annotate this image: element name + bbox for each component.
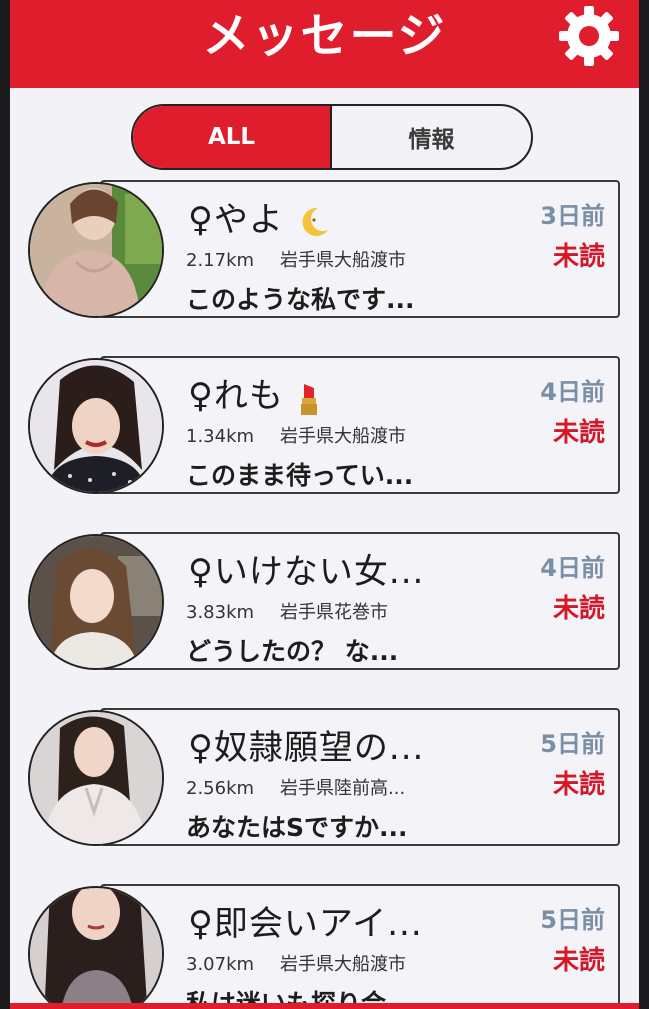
list-item[interactable]: ♀即会いアイ... 3.07km 岩手県大船渡市 私は迷いも探り合... 5日前 … (10, 884, 639, 1009)
status-badge: 未読 (552, 594, 605, 624)
tab-bar: ALL 情報 (131, 104, 533, 170)
message-preview: このような私です... (186, 285, 415, 314)
location: 岩手県大船渡市 (280, 954, 407, 975)
sender-name: ♀奴隷願望の... (188, 728, 425, 768)
sender-name: ♀れも (188, 368, 322, 417)
meta-line: 1.34km 岩手県大船渡市 (186, 422, 406, 448)
timestamp: 5日前 (540, 730, 605, 758)
avatar (28, 710, 164, 846)
tab-info[interactable]: 情報 (332, 106, 531, 168)
page-title: メッセージ (202, 9, 447, 64)
meta-line: 2.17km 岩手県大船渡市 (186, 246, 406, 272)
meta-line: 3.07km 岩手県大船渡市 (186, 950, 406, 976)
message-preview: このまま待ってい... (186, 461, 414, 490)
list-item[interactable]: ♀奴隷願望の... 2.56km 岩手県陸前高... あなたはSですか... 5日… (10, 708, 639, 850)
message-preview: どうしたの？ な... (186, 637, 399, 666)
location: 岩手県陸前高... (280, 778, 406, 799)
avatar (28, 886, 164, 1009)
list-item[interactable]: ♀いけない女... 3.83km 岩手県花巻市 どうしたの？ な... 4日前 未… (10, 532, 639, 674)
list-item[interactable]: ♀れも 1.34km 岩手県大船渡市 このまま待ってい... 4日前 未読 (10, 356, 639, 498)
status-badge: 未読 (552, 242, 605, 272)
distance: 1.34km (186, 426, 255, 447)
app-header: メッセージ (10, 0, 639, 88)
distance: 3.07km (186, 954, 255, 975)
timestamp: 4日前 (540, 554, 605, 582)
timestamp: 5日前 (540, 906, 605, 934)
avatar (28, 182, 164, 318)
distance: 2.17km (186, 250, 255, 271)
sender-name: ♀やよ (188, 192, 332, 241)
location: 岩手県大船渡市 (280, 426, 407, 447)
sender-name: ♀即会いアイ... (188, 904, 423, 944)
crescent-moon-icon (302, 207, 328, 236)
status-badge: 未読 (552, 946, 605, 976)
location: 岩手県花巻市 (280, 602, 389, 623)
status-badge: 未読 (552, 770, 605, 800)
tab-all[interactable]: ALL (133, 106, 332, 168)
list-item[interactable]: ♀やよ 2.17km 岩手県大船渡市 このような私です... 3日前 未読 (10, 180, 639, 322)
status-badge: 未読 (552, 418, 605, 448)
avatar (28, 534, 164, 670)
meta-line: 2.56km 岩手県陸前高... (186, 774, 405, 800)
gear-icon[interactable] (555, 2, 623, 70)
screen: メッセージ ALL 情報 ♀やよ 2.17km 岩手県大船渡市 このような私です… (10, 0, 639, 1009)
meta-line: 3.83km 岩手県花巻市 (186, 598, 388, 624)
timestamp: 3日前 (540, 202, 605, 230)
bottom-bar (10, 1003, 639, 1009)
sender-name: ♀いけない女... (188, 552, 425, 592)
message-preview: あなたはSですか... (186, 813, 408, 842)
distance: 2.56km (186, 778, 255, 799)
location: 岩手県大船渡市 (280, 250, 407, 271)
lipstick-icon (300, 383, 317, 415)
timestamp: 4日前 (540, 378, 605, 406)
distance: 3.83km (186, 602, 255, 623)
avatar (28, 358, 164, 494)
